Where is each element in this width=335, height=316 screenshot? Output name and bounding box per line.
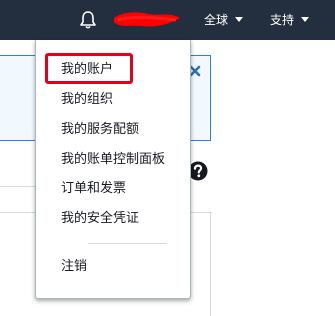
- divider: [210, 212, 211, 316]
- menu-item-sign-out[interactable]: 注销: [61, 257, 87, 277]
- menu-item-security-credentials[interactable]: 我的安全凭证: [61, 209, 139, 229]
- chevron-down-icon: [301, 17, 310, 22]
- account-dropdown-menu: 我的账户 我的组织 我的服务配额 我的账单控制面板 订单和发票 我的安全凭证 注…: [35, 40, 191, 299]
- help-icon[interactable]: [188, 161, 208, 181]
- bell-icon[interactable]: [79, 10, 97, 30]
- menu-item-my-organization[interactable]: 我的组织: [61, 90, 113, 110]
- support-menu[interactable]: 支持: [270, 12, 310, 28]
- menu-item-billing-dashboard[interactable]: 我的账单控制面板: [61, 150, 165, 170]
- menu-item-service-quotas[interactable]: 我的服务配额: [61, 120, 139, 140]
- region-selector[interactable]: 全球: [204, 12, 244, 28]
- support-label: 支持: [270, 13, 295, 27]
- divider: [0, 186, 40, 187]
- chevron-down-icon: [235, 17, 244, 22]
- account-name-redaction: [114, 12, 180, 27]
- region-label: 全球: [204, 13, 229, 27]
- menu-divider: [88, 243, 167, 244]
- menu-item-orders-invoices[interactable]: 订单和发票: [61, 179, 126, 199]
- highlight-annotation: [45, 53, 133, 84]
- top-nav-bar: 全球 支持: [0, 0, 335, 40]
